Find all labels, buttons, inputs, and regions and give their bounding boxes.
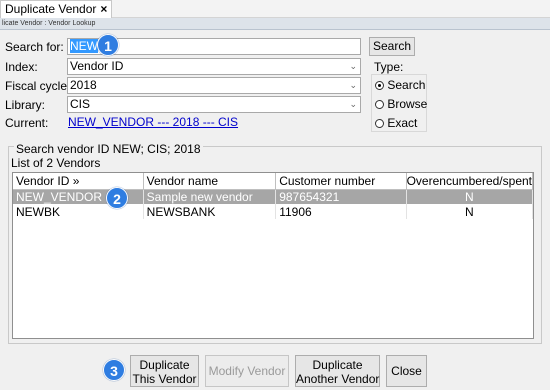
radio-icon[interactable] [375,100,384,110]
cell-customer-number: 987654321 [275,189,407,204]
callout-badge-1: 1 [97,34,119,56]
fiscal-cycle-value: 2018 [70,78,97,92]
search-summary: Search vendor ID NEW; CIS; 2018 [14,142,203,156]
type-option-search[interactable]: Search [375,78,425,92]
chevron-down-icon: ⌄ [349,99,357,109]
type-option-browse[interactable]: Browse [375,97,427,111]
chevron-down-icon: ⌄ [349,61,357,71]
current-vendor-link[interactable]: NEW_VENDOR --- 2018 --- CIS [68,115,238,129]
close-tab-icon[interactable]: × [100,2,107,16]
type-label: Type: [374,60,404,74]
index-select[interactable]: Vendor ID ⌄ [67,58,361,75]
close-button[interactable]: Close [386,355,427,387]
fiscal-cycle-label: Fiscal cycle: [5,79,71,93]
library-label: Library: [5,98,46,112]
column-header-vendor-id[interactable]: Vendor ID » [13,173,144,190]
search-input-value: NEW [70,39,98,53]
radio-selected-icon[interactable] [375,81,384,91]
cell-vendor-name: NEWSBANK [143,204,277,219]
tab-duplicate-vendor[interactable]: Duplicate Vendor × [0,0,113,18]
library-select[interactable]: CIS ⌄ [67,96,361,113]
library-value: CIS [70,97,91,111]
chevron-down-icon: ⌄ [349,80,357,90]
cell-overencumbered: N [406,189,534,204]
table-row[interactable]: NEW_VENDOR Sample new vendor 987654321 N [13,189,534,204]
search-button[interactable]: Search [369,37,415,56]
callout-badge-2: 2 [106,187,128,209]
type-option-exact[interactable]: Exact [375,116,417,130]
list-count-label: List of 2 Vendors [11,156,101,170]
cell-vendor-name: Sample new vendor [143,189,277,204]
table-header-row: Vendor ID » Vendor name Customer number … [13,173,534,190]
index-select-value: Vendor ID [70,59,124,73]
vendor-table: Vendor ID » Vendor name Customer number … [12,172,534,339]
modify-vendor-button[interactable]: Modify Vendor [205,355,289,387]
column-header-overencumbered[interactable]: Overencumbered/spent [406,173,534,190]
search-label: Search for: [5,40,64,54]
radio-icon[interactable] [375,119,384,129]
index-label: Index: [5,60,38,74]
current-label: Current: [5,116,49,130]
callout-badge-3: 3 [103,359,125,381]
cell-overencumbered: N [406,204,534,219]
duplicate-this-vendor-button[interactable]: Duplicate This Vendor [130,355,199,387]
tab-strip: Duplicate Vendor × [0,0,550,18]
column-header-vendor-name[interactable]: Vendor name [143,173,277,190]
cell-customer-number: 11906 [275,204,407,219]
column-header-customer-number[interactable]: Customer number [275,173,407,190]
breadcrumb: licate Vendor : Vendor Lookup [0,18,550,30]
table-row[interactable]: NEWBK NEWSBANK 11906 N [13,204,534,219]
fiscal-cycle-select[interactable]: 2018 ⌄ [67,77,361,94]
tab-title: Duplicate Vendor [5,2,97,16]
duplicate-another-vendor-button[interactable]: Duplicate Another Vendor [295,355,380,387]
